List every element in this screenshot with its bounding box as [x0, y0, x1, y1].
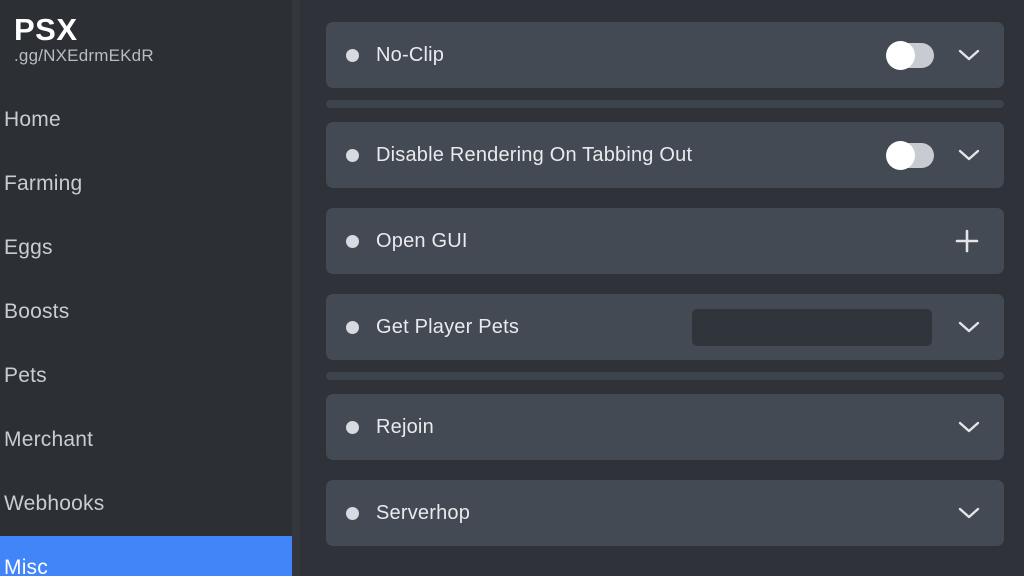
- setting-row-label: Get Player Pets: [376, 315, 520, 338]
- sidebar-item-label: Farming: [4, 171, 83, 195]
- sidebar-item-misc[interactable]: Misc: [0, 535, 292, 576]
- setting-row-get-player-pets[interactable]: Get Player Pets: [326, 294, 1004, 360]
- player-name-input[interactable]: [692, 308, 932, 346]
- chevron-down-icon[interactable]: [956, 414, 982, 440]
- setting-row-no-clip[interactable]: No-Clip: [326, 22, 1004, 88]
- sidebar-nav: Home Farming Eggs Boosts Pets Merchant W…: [0, 88, 300, 576]
- plus-icon[interactable]: [952, 226, 982, 256]
- bullet-dot-icon: [346, 320, 359, 334]
- sidebar-item-home[interactable]: Home: [0, 88, 300, 152]
- sidebar-item-label: Misc: [4, 555, 48, 576]
- setting-row-rejoin[interactable]: Rejoin: [326, 394, 1004, 460]
- sidebar-item-webhooks[interactable]: Webhooks: [0, 472, 300, 536]
- chevron-down-icon[interactable]: [956, 314, 982, 340]
- setting-row-open-gui[interactable]: Open GUI: [326, 208, 1004, 274]
- app-window: PSX .gg/NXEdrmEKdR Home Farming Eggs Boo…: [0, 0, 1024, 576]
- sidebar-item-label: Eggs: [4, 235, 53, 259]
- chevron-down-icon[interactable]: [956, 500, 982, 526]
- sidebar-item-eggs[interactable]: Eggs: [0, 216, 300, 280]
- sidebar-item-merchant[interactable]: Merchant: [0, 408, 300, 472]
- setting-row-label: Open GUI: [376, 229, 468, 252]
- sidebar-item-label: Pets: [4, 363, 47, 387]
- brand-logo: PSX .gg/NXEdrmEKdR: [0, 0, 300, 66]
- brand-title: PSX: [14, 12, 78, 47]
- bullet-dot-icon: [346, 506, 359, 520]
- sidebar-item-label: Home: [4, 107, 61, 131]
- sidebar-item-pets[interactable]: Pets: [0, 344, 300, 408]
- chevron-down-icon[interactable]: [956, 42, 982, 68]
- toggle-switch-disable-rendering[interactable]: [886, 140, 934, 170]
- sidebar-item-label: Boosts: [4, 299, 70, 323]
- setting-row-label: Serverhop: [376, 501, 471, 524]
- setting-row-serverhop[interactable]: Serverhop: [326, 480, 1004, 546]
- sidebar-scrollbar[interactable]: [292, 0, 300, 576]
- setting-row-label: No-Clip: [376, 43, 445, 66]
- section-divider: [326, 100, 1004, 108]
- toggle-knob: [886, 140, 915, 170]
- sidebar-item-label: Webhooks: [4, 491, 105, 515]
- sidebar-item-farming[interactable]: Farming: [0, 152, 300, 216]
- chevron-down-icon[interactable]: [956, 142, 982, 168]
- sidebar-item-boosts[interactable]: Boosts: [0, 280, 300, 344]
- setting-row-disable-rendering[interactable]: Disable Rendering On Tabbing Out: [326, 122, 1004, 188]
- main-content: No-Clip Disable Rendering On Tabbing Out: [300, 0, 1024, 576]
- toggle-switch-no-clip[interactable]: [886, 40, 934, 70]
- bullet-dot-icon: [346, 148, 359, 162]
- bullet-dot-icon: [346, 234, 359, 248]
- bullet-dot-icon: [346, 48, 359, 62]
- bullet-dot-icon: [346, 420, 359, 434]
- brand-subtitle: .gg/NXEdrmEKdR: [14, 46, 154, 65]
- toggle-knob: [886, 40, 915, 70]
- setting-row-label: Rejoin: [376, 415, 434, 438]
- section-divider: [326, 372, 1004, 380]
- sidebar: PSX .gg/NXEdrmEKdR Home Farming Eggs Boo…: [0, 0, 300, 576]
- setting-row-label: Disable Rendering On Tabbing Out: [376, 143, 693, 166]
- sidebar-item-label: Merchant: [4, 427, 94, 451]
